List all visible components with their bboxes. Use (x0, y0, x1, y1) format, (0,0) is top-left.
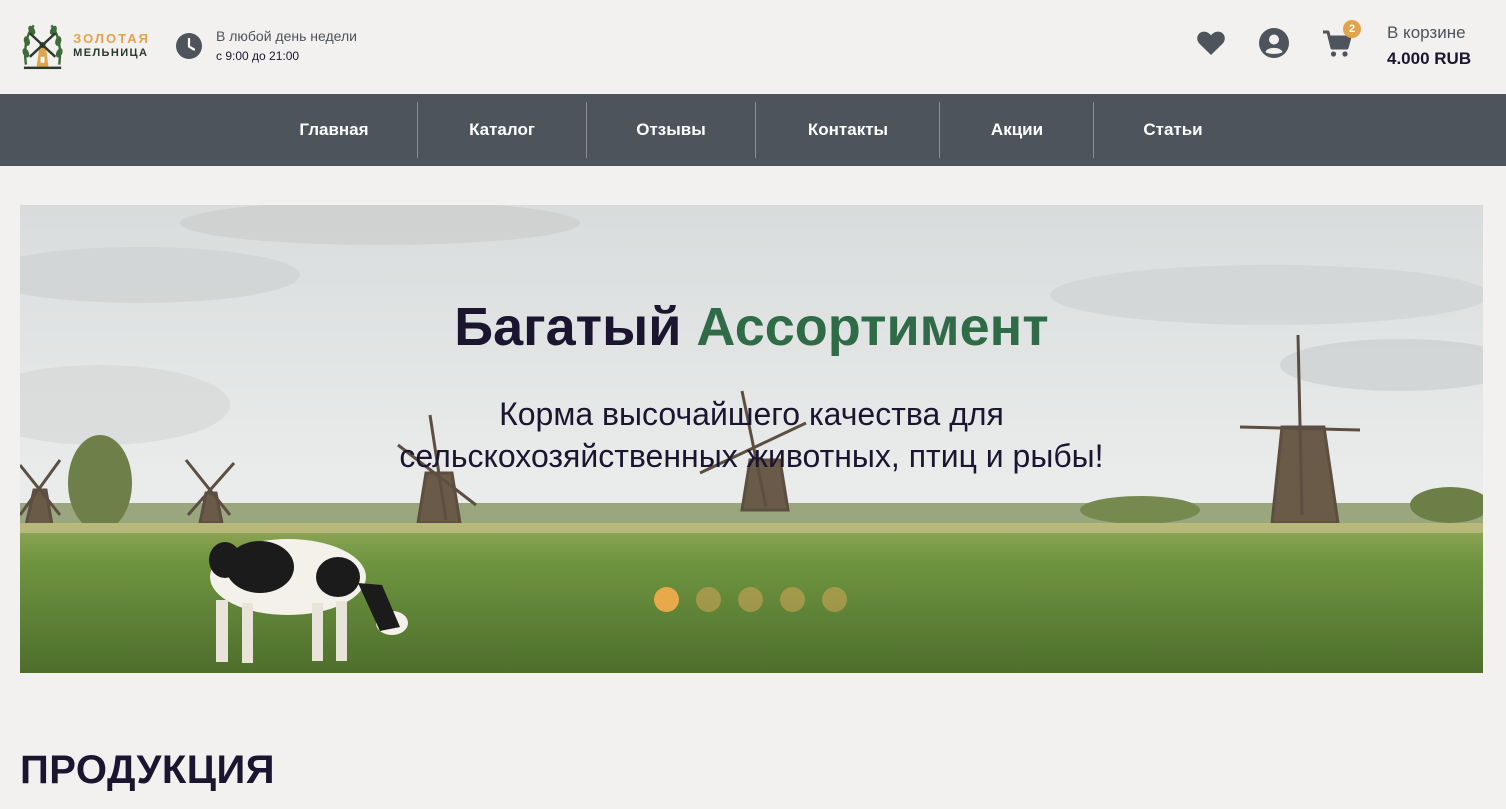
user-icon[interactable] (1258, 27, 1290, 59)
nav-separator (755, 102, 756, 158)
hours-text: В любой день недели с 9:00 до 21:00 (216, 27, 357, 65)
nav-separator (1093, 102, 1094, 158)
hours-time: с 9:00 до 21:00 (216, 49, 300, 63)
hours-days: В любой день недели (216, 28, 357, 44)
nav-item-reviews[interactable]: Отзывы (621, 94, 721, 166)
main-nav: Главная Каталог Отзывы Контакты Акции Ст… (0, 94, 1506, 166)
nav-item-home[interactable]: Главная (284, 94, 384, 166)
slide-dot-1[interactable] (654, 587, 679, 612)
logo-line2: МЕЛЬНИЦА (73, 47, 149, 59)
nav-separator (586, 102, 587, 158)
nav-item-catalog[interactable]: Каталог (452, 94, 552, 166)
slide-dot-4[interactable] (780, 587, 805, 612)
nav-item-articles[interactable]: Статьи (1123, 94, 1223, 166)
slide-dot-2[interactable] (696, 587, 721, 612)
clock-icon (176, 33, 202, 59)
logo[interactable]: ЗОЛОТАЯ МЕЛЬНИЦА (20, 18, 150, 74)
cart-total: 4.000 RUB (1387, 49, 1472, 68)
nav-separator (417, 102, 418, 158)
nav-item-contacts[interactable]: Контакты (788, 94, 908, 166)
nav-item-promotions[interactable]: Акции (967, 94, 1067, 166)
hero-subtitle: Корма высочайшего качества для сельскохо… (20, 393, 1483, 477)
working-hours: В любой день недели с 9:00 до 21:00 (176, 27, 357, 65)
windmill-logo-icon (22, 24, 63, 70)
logo-line1: ЗОЛОТАЯ (73, 31, 150, 46)
cart-count-badge: 2 (1343, 20, 1361, 38)
slide-dot-5[interactable] (822, 587, 847, 612)
slider-pagination (654, 587, 864, 613)
hero-title: Багатый Ассортимент (20, 295, 1483, 359)
hero-title-part2: Ассортимент (696, 297, 1049, 357)
hero-subtitle-line1: Корма высочайшего качества для (499, 396, 1004, 432)
cart-summary[interactable]: В корзине 4.000 RUB (1387, 22, 1471, 71)
hero-title-part1: Багатый (454, 297, 682, 357)
hero-subtitle-line2: сельскохозяйственных животных, птиц и ры… (399, 438, 1104, 474)
cart-label: В корзине (1387, 23, 1466, 42)
hero-banner[interactable]: Багатый Ассортимент Корма высочайшего ка… (20, 205, 1483, 673)
heart-icon[interactable] (1195, 27, 1227, 59)
nav-separator (939, 102, 940, 158)
site-header: ЗОЛОТАЯ МЕЛЬНИЦА В любой день недели с 9… (0, 0, 1506, 94)
section-title-products: ПРОДУКЦИЯ (20, 748, 275, 792)
logo-text: ЗОЛОТАЯ МЕЛЬНИЦА (73, 31, 150, 61)
slide-dot-3[interactable] (738, 587, 763, 612)
